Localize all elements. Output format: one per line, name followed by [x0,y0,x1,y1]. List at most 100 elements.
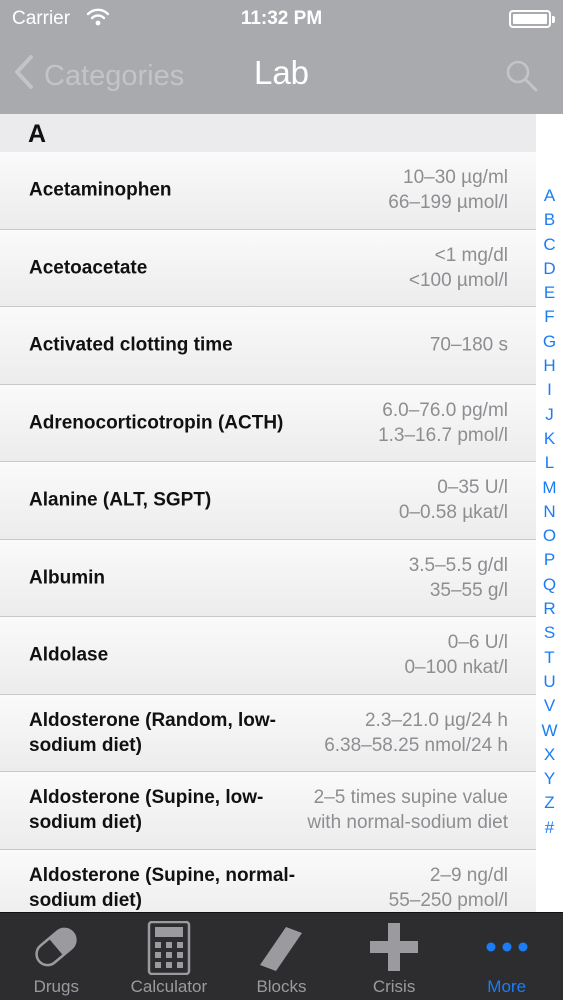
status-bar: Carrier 11:32 PM [0,0,563,40]
pill-icon [26,921,86,978]
index-letter[interactable]: P [536,548,563,572]
battery-icon [509,10,555,28]
list-item[interactable]: Alanine (ALT, SGPT) 0–35 U/l 0–0.58 µkat/l [0,462,536,540]
calculator-icon [146,920,192,980]
range-value: 0–100 nkat/l [404,657,508,679]
range-value: with normal-sodium diet [307,812,508,834]
tab-blocks[interactable]: Blocks [225,913,338,1000]
range-value: 6.0–76.0 pg/ml [382,399,508,421]
tab-label: Crisis [372,977,416,996]
range-value: 55–250 pmol/l [388,889,508,911]
index-letter[interactable]: V [536,694,563,718]
index-letter[interactable]: K [536,427,563,451]
index-letter[interactable]: W [536,719,563,743]
test-name: Aldosterone (Random, low-sodium diet) [29,709,276,756]
list-item[interactable]: Aldosterone (Supine, low-sodium diet) 2–5… [0,772,536,850]
index-letter[interactable]: L [536,451,563,475]
index-letter[interactable]: B [536,208,563,232]
range-value: 1.3–16.7 pmol/l [378,424,508,446]
index-letter[interactable]: H [536,354,563,378]
index-letter[interactable]: T [536,646,563,670]
index-letter[interactable]: U [536,670,563,694]
search-icon[interactable] [505,59,539,98]
index-letter[interactable]: D [536,257,563,281]
range-value: 10–30 µg/ml [403,167,508,189]
reference-range: 2.3–21.0 µg/24 h 6.38–58.25 nmol/24 h [324,708,508,758]
test-name: Alanine (ALT, SGPT) [29,489,212,511]
reference-range: 2–5 times supine value with normal-sodium… [307,785,508,835]
reference-range: 0–6 U/l 0–100 nkat/l [404,630,508,680]
reference-range: <1 mg/dl <100 µmol/l [409,243,508,293]
range-value: <1 mg/dl [434,244,508,266]
tab-bar: Drugs Calculator Blocks Crisis More [0,912,563,1000]
tab-label: More [487,977,527,996]
section-header: A [0,114,536,152]
index-letter[interactable]: G [536,330,563,354]
reference-range: 10–30 µg/ml 66–199 µmol/l [388,165,508,215]
index-letter[interactable]: N [536,500,563,524]
test-name: Adrenocorticotropin (ACTH) [29,412,284,434]
more-icon [484,921,530,978]
tab-label: Blocks [256,977,307,996]
tab-calculator[interactable]: Calculator [113,913,226,1000]
index-letter[interactable]: S [536,621,563,645]
reference-range: 6.0–76.0 pg/ml 1.3–16.7 pmol/l [378,398,508,448]
cross-icon [368,921,420,978]
index-letter[interactable]: Q [536,573,563,597]
index-letter[interactable]: C [536,233,563,257]
index-letter[interactable]: A [536,184,563,208]
list-item[interactable]: Activated clotting time 70–180 s [0,307,536,385]
test-name: Albumin [29,567,105,589]
list-item[interactable]: Aldosterone (Supine, normal-sodium diet)… [0,849,536,912]
range-value: 0–0.58 µkat/l [398,502,508,524]
reference-range: 0–35 U/l 0–0.58 µkat/l [399,475,508,525]
list-item[interactable]: Aldosterone (Random, low-sodium diet) 2.3… [0,694,536,772]
range-value: 0–6 U/l [447,632,508,654]
test-name: Acetaminophen [29,179,172,201]
range-value: 0–35 U/l [437,477,508,499]
index-letter[interactable]: Z [536,791,563,815]
index-letter[interactable]: # [536,816,563,840]
index-letter[interactable]: I [536,378,563,402]
index-letter[interactable]: R [536,597,563,621]
range-value: 2–9 ng/dl [429,864,508,886]
index-letter[interactable]: E [536,281,563,305]
index-letter[interactable]: X [536,743,563,767]
navigation-bar: Categories Lab [0,40,563,114]
index-letter[interactable]: O [536,524,563,548]
range-value: 66–199 µmol/l [388,192,508,214]
reference-range: 2–9 ng/dl 55–250 pmol/l [389,863,508,912]
range-value: 70–180 s [429,334,508,356]
range-value: 2.3–21.0 µg/24 h [364,709,508,731]
tab-more[interactable]: More [450,913,563,1000]
tab-drugs[interactable]: Drugs [0,913,113,1000]
list-item[interactable]: Adrenocorticotropin (ACTH) 6.0–76.0 pg/ml… [0,384,536,462]
range-value: 35–55 g/l [429,579,508,601]
test-name: Aldosterone (Supine, normal-sodium diet) [29,864,296,911]
index-letter[interactable]: J [536,403,563,427]
test-name: Aldolase [29,644,109,666]
test-name: Activated clotting time [29,334,233,356]
section-index[interactable]: A B C D E F G H I J K L M N O P Q R S T U V W X Y Z # [536,114,563,912]
list-item[interactable]: Aldolase 0–6 U/l 0–100 nkat/l [0,617,536,695]
reference-range: 70–180 s [430,333,508,358]
index-letter[interactable]: F [536,305,563,329]
status-time: 11:32 PM [240,8,323,29]
test-name: Acetoacetate [29,257,148,279]
list-item[interactable]: Acetoacetate <1 mg/dl <100 µmol/l [0,229,536,307]
range-value: 2–5 times supine value [313,787,508,809]
tab-label: Drugs [33,977,79,996]
tab-crisis[interactable]: Crisis [338,913,451,1000]
index-letter[interactable]: Y [536,767,563,791]
range-value: <100 µmol/l [408,269,508,291]
test-name: Aldosterone (Supine, low-sodium diet) [29,787,264,834]
range-value: 6.38–58.25 nmol/24 h [324,734,508,756]
tab-label: Calculator [130,977,208,996]
range-value: 3.5–5.5 g/dl [408,554,508,576]
blocks-icon [254,921,308,980]
reference-range: 3.5–5.5 g/dl 35–55 g/l [409,553,508,603]
list-item[interactable]: Albumin 3.5–5.5 g/dl 35–55 g/l [0,539,536,617]
lab-list[interactable]: A Acetaminophen 10–30 µg/ml 66–199 µmol/l A… [0,114,536,912]
list-item[interactable]: Acetaminophen 10–30 µg/ml 66–199 µmol/l [0,152,536,230]
index-letter[interactable]: M [536,476,563,500]
